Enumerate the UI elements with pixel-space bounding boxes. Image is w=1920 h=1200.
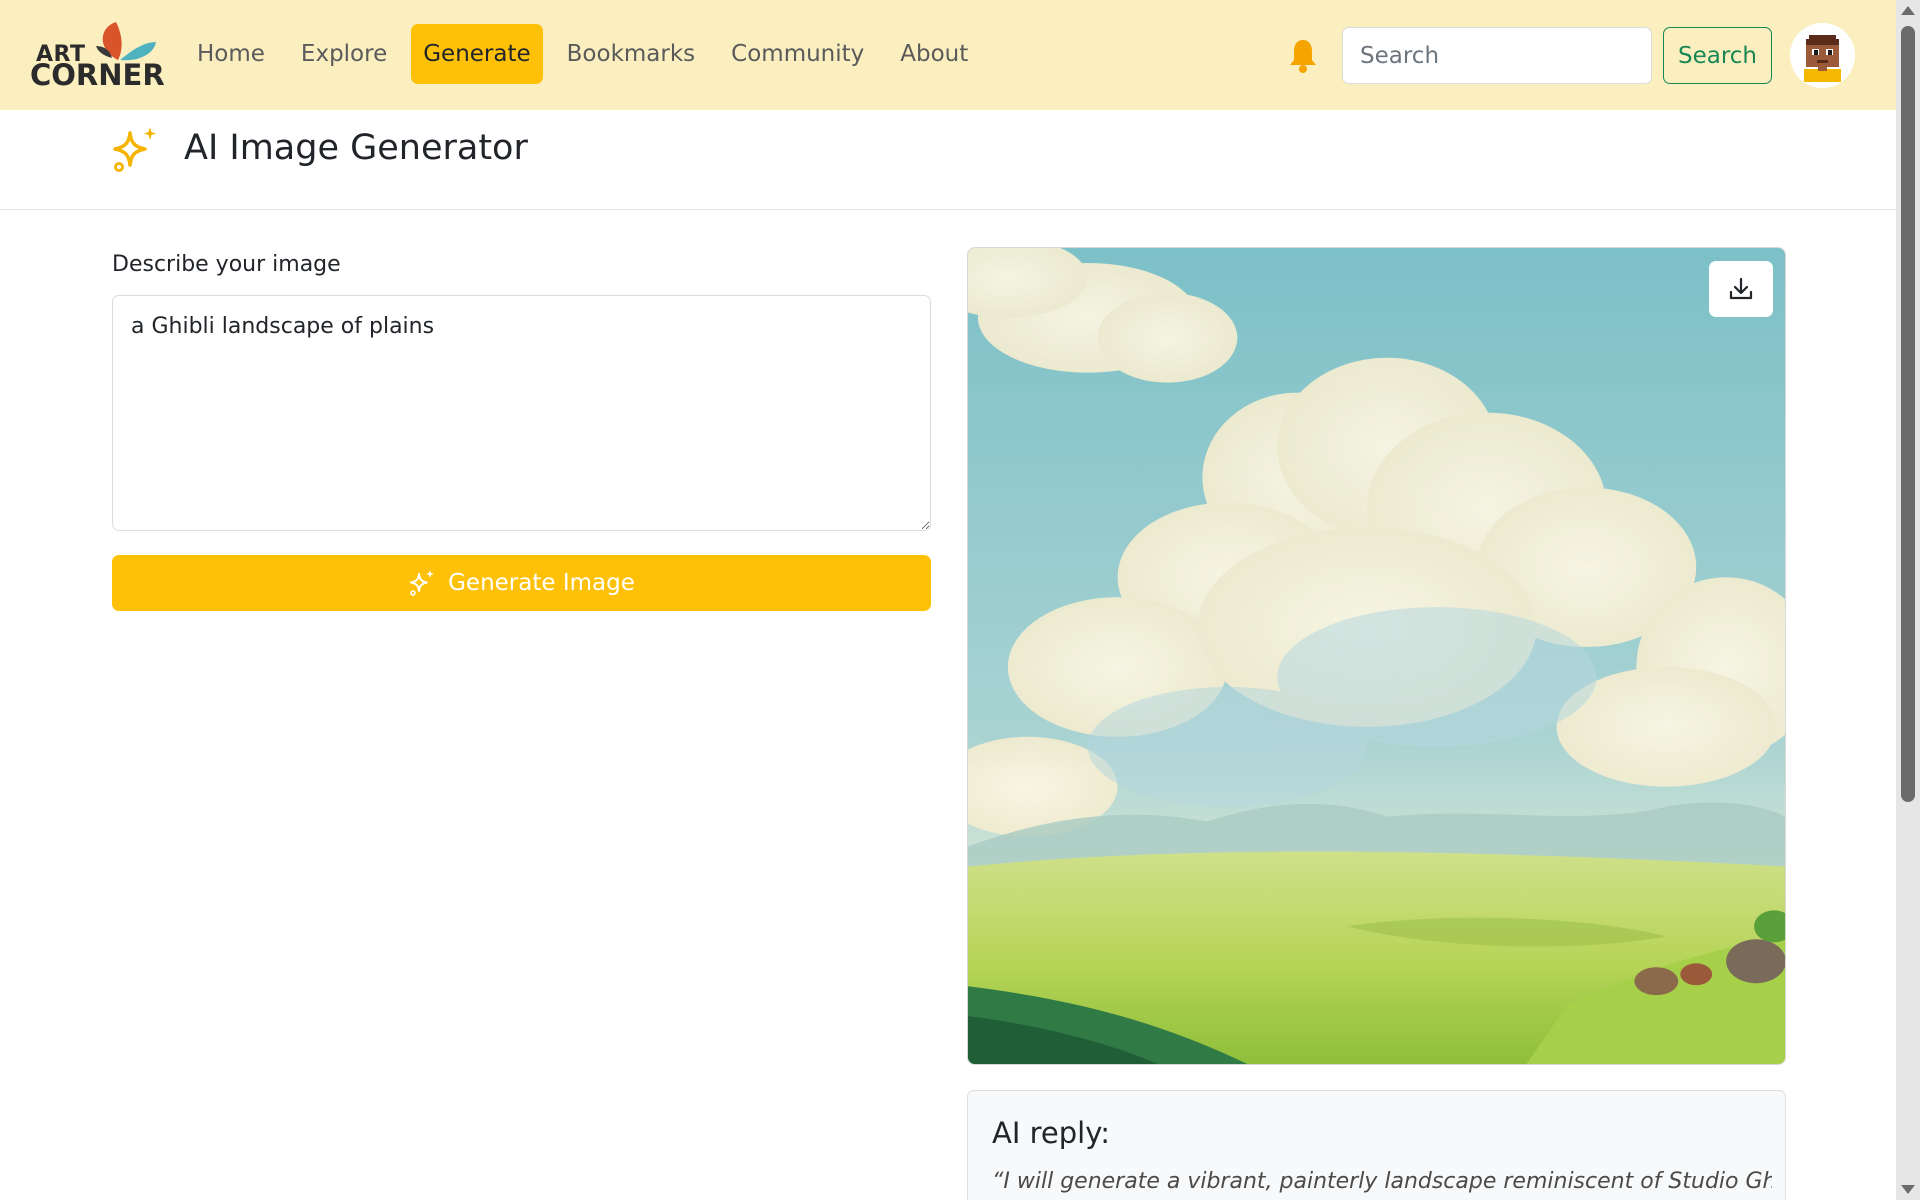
nav-about[interactable]: About (888, 24, 980, 84)
download-button[interactable] (1709, 261, 1773, 317)
avatar-icon (1790, 23, 1855, 88)
bell-icon[interactable] (1288, 38, 1318, 74)
search-button[interactable]: Search (1663, 27, 1772, 84)
landscape-image (968, 248, 1785, 1064)
nav-explore[interactable]: Explore (289, 24, 399, 84)
page: ART CORNER Home Explore Generate Bookmar… (0, 0, 1920, 1200)
brand-logo[interactable]: ART CORNER (30, 20, 165, 92)
search-input[interactable] (1342, 27, 1652, 84)
main-nav: Home Explore Generate Bookmarks Communit… (185, 24, 992, 84)
download-icon (1729, 277, 1753, 300)
brand-line2: CORNER (30, 58, 165, 92)
ai-reply-title: AI reply: (992, 1116, 1111, 1150)
scroll-thumb[interactable] (1901, 26, 1915, 802)
prompt-label: Describe your image (112, 252, 341, 277)
user-avatar[interactable] (1790, 23, 1855, 88)
sparkles-icon (410, 570, 435, 596)
nav-bookmarks[interactable]: Bookmarks (555, 24, 708, 84)
page-title: AI Image Generator (184, 128, 528, 168)
ai-reply-text: “I will generate a vibrant, painterly la… (992, 1169, 1772, 1194)
scroll-down-arrow-icon[interactable] (1901, 1185, 1915, 1194)
vertical-scrollbar[interactable] (1896, 0, 1920, 1200)
generate-image-label: Generate Image (448, 570, 635, 596)
nav-home[interactable]: Home (185, 24, 277, 84)
sparkles-icon (113, 127, 156, 172)
generate-image-button[interactable]: Generate Image (112, 555, 931, 611)
nav-generate[interactable]: Generate (411, 24, 543, 84)
navbar: ART CORNER Home Explore Generate Bookmar… (0, 0, 1896, 110)
page-header: AI Image Generator (0, 110, 1896, 210)
generated-image (967, 247, 1786, 1065)
scroll-up-arrow-icon[interactable] (1901, 6, 1915, 15)
ai-reply-card: AI reply: “I will generate a vibrant, pa… (967, 1090, 1786, 1200)
nav-community[interactable]: Community (719, 24, 876, 84)
prompt-textarea[interactable] (112, 295, 931, 531)
